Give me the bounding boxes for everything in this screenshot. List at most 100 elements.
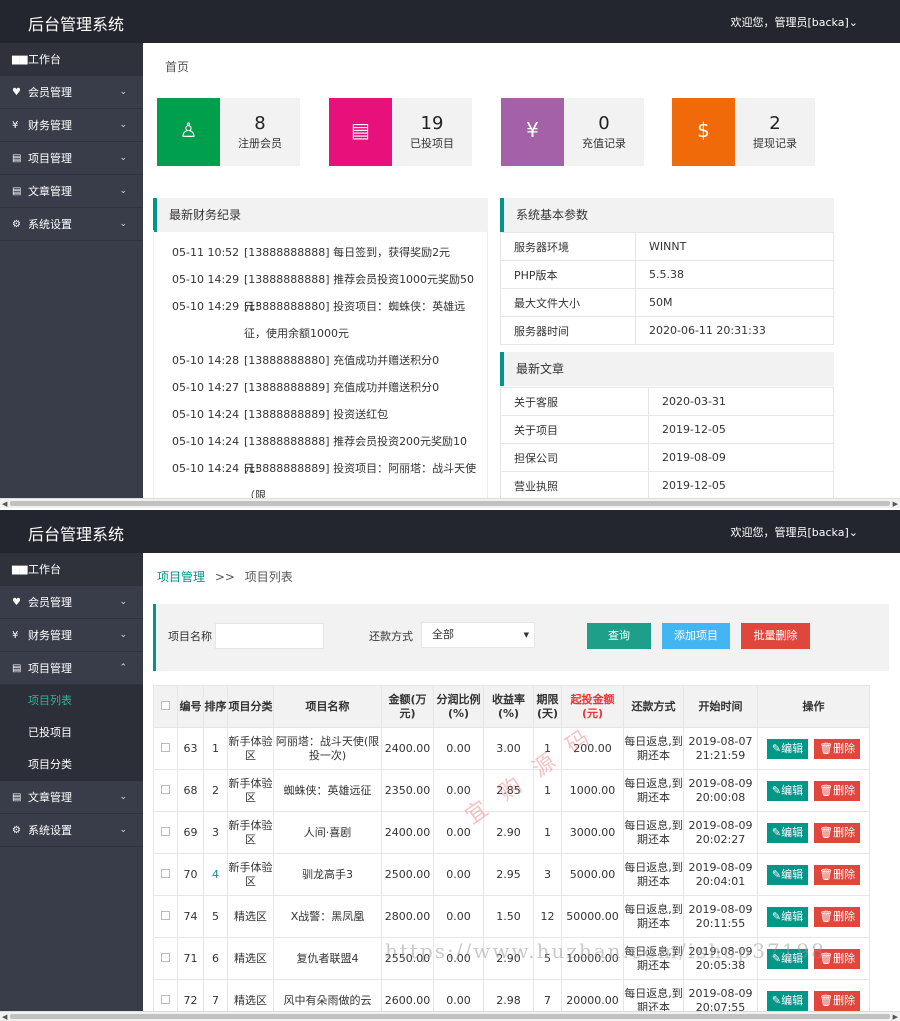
menu-icon: ⚙	[12, 219, 21, 230]
cell-sort: 1	[203, 727, 228, 770]
horizontal-scrollbar[interactable]: ◀ ▶	[0, 498, 900, 508]
stat-icon-box: ♙	[157, 98, 220, 166]
column-header: 起投金额(元)	[561, 685, 624, 728]
scroll-left-icon[interactable]: ◀	[2, 1013, 7, 1021]
stat-card[interactable]: ▤ 19 已投项目	[329, 98, 472, 166]
row-checkbox[interactable]	[161, 994, 170, 1004]
moneybag-icon: $	[697, 118, 710, 142]
query-button[interactable]: 查询	[587, 623, 651, 649]
row-checkbox[interactable]	[161, 784, 170, 794]
row-checkbox-cell[interactable]	[153, 811, 178, 854]
edit-button[interactable]: ✎编辑	[766, 990, 809, 1011]
stat-card[interactable]: ♙ 8 注册会员	[157, 98, 300, 166]
delete-button[interactable]: 🗑删除	[814, 864, 861, 885]
cell-cat: 新手体验区	[227, 727, 274, 770]
sidebar-item-label: 财务管理	[28, 629, 72, 642]
row-checkbox[interactable]	[161, 742, 170, 752]
row-checkbox-cell[interactable]	[153, 979, 178, 1012]
edit-button[interactable]: ✎编辑	[766, 906, 809, 927]
sidebar-item[interactable]: ▆▆ 工作台	[0, 43, 143, 76]
scroll-thumb[interactable]	[10, 501, 890, 506]
edit-button[interactable]: ✎编辑	[766, 780, 809, 801]
chevron-icon: ⌄	[119, 630, 127, 640]
row-checkbox[interactable]	[161, 910, 170, 920]
select-all-checkbox[interactable]	[161, 700, 170, 710]
row-checkbox-cell[interactable]	[153, 769, 178, 812]
add-project-button[interactable]: 添加项目	[662, 623, 730, 649]
row-actions: ✎编辑 🗑删除	[757, 769, 870, 812]
param-value: 2019-12-05	[648, 415, 834, 444]
scroll-left-icon[interactable]: ◀	[2, 500, 7, 508]
stat-label: 注册会员	[238, 137, 282, 150]
cell-days: 3	[533, 853, 562, 896]
row-checkbox-cell[interactable]	[153, 895, 178, 938]
delete-button[interactable]: 🗑删除	[814, 780, 861, 801]
menu-icon: ♥	[12, 87, 21, 98]
cell-id: 72	[177, 979, 204, 1012]
sidebar-item-label: 系统设置	[28, 218, 72, 231]
stat-count: 2	[769, 113, 781, 134]
sidebar-item-label: 项目管理	[28, 662, 72, 675]
sidebar-subitem[interactable]: 项目分类	[0, 749, 143, 781]
sidebar-subitem[interactable]: 已投项目	[0, 717, 143, 749]
menu-icon: ▆▆	[12, 54, 28, 65]
delete-button[interactable]: 🗑删除	[814, 990, 861, 1011]
sidebar-item[interactable]: ▤ 项目管理 ⌃	[0, 652, 143, 685]
delete-button[interactable]: 🗑删除	[814, 738, 861, 759]
record-message: [13888888889] 充值成功并赠送积分0	[244, 381, 440, 394]
sidebar-item[interactable]: ¥ 财务管理 ⌄	[0, 619, 143, 652]
sidebar-item[interactable]: ⚙ 系统设置 ⌄	[0, 814, 143, 847]
cell-start: 2019-08-09 20:00:08	[683, 769, 758, 812]
record-time: 05-10 14:29	[172, 273, 240, 286]
chevron-icon: ⌄	[119, 153, 127, 163]
edit-button[interactable]: ✎编辑	[766, 864, 809, 885]
batch-delete-button[interactable]: 批量删除	[741, 623, 810, 649]
row-checkbox-cell[interactable]	[153, 937, 178, 980]
row-checkbox-cell[interactable]	[153, 853, 178, 896]
select-all-checkbox-cell[interactable]	[153, 685, 178, 728]
project-name-input[interactable]	[215, 623, 324, 649]
chevron-icon: ⌄	[119, 186, 127, 196]
chevron-down-icon: ⌄	[848, 526, 858, 539]
stat-icon-box: ▤	[329, 98, 392, 166]
column-header: 开始时间	[683, 685, 758, 728]
sidebar-item[interactable]: ¥ 财务管理 ⌄	[0, 109, 143, 142]
column-header: 项目分类	[227, 685, 274, 728]
delete-button[interactable]: 🗑删除	[814, 906, 861, 927]
delete-button[interactable]: 🗑删除	[814, 822, 861, 843]
sidebar-item[interactable]: ▤ 文章管理 ⌄	[0, 781, 143, 814]
table-row: 最大文件大小 50M	[500, 288, 834, 317]
cell-name: 驯龙高手3	[273, 853, 382, 896]
breadcrumb-current: 项目列表	[244, 570, 293, 584]
scroll-thumb[interactable]	[10, 1014, 890, 1019]
sidebar-item[interactable]: ♥ 会员管理 ⌄	[0, 586, 143, 619]
sidebar-item[interactable]: ▤ 项目管理 ⌄	[0, 142, 143, 175]
breadcrumb-link[interactable]: 项目管理	[157, 570, 205, 584]
edit-button[interactable]: ✎编辑	[766, 738, 809, 759]
scroll-right-icon[interactable]: ▶	[893, 1013, 898, 1021]
system-panel-title: 系统基本参数	[500, 198, 834, 232]
edit-button[interactable]: ✎编辑	[766, 822, 809, 843]
sidebar-item-label: 会员管理	[28, 86, 72, 99]
system-params-table: 服务器环境 WINNT PHP版本 5.5.38 最大文件大小 50M 服务器时间 2020-…	[500, 232, 834, 345]
row-checkbox[interactable]	[161, 952, 170, 962]
user-menu[interactable]: 欢迎您，管理员[backa]⌄	[731, 14, 859, 30]
sidebar-item[interactable]: ♥ 会员管理 ⌄	[0, 76, 143, 109]
sidebar-item[interactable]: ▆▆ 工作台	[0, 553, 143, 586]
sidebar-item[interactable]: ⚙ 系统设置 ⌄	[0, 208, 143, 241]
row-checkbox[interactable]	[161, 868, 170, 878]
breadcrumb: 首页	[165, 60, 190, 74]
stat-card[interactable]: ¥0 充值记录	[501, 98, 644, 166]
horizontal-scrollbar[interactable]: ◀ ▶	[0, 1011, 900, 1021]
sidebar-subitem[interactable]: 项目列表	[0, 685, 143, 717]
row-checkbox[interactable]	[161, 826, 170, 836]
repay-method-select[interactable]: 全部 ▼	[421, 622, 535, 648]
record-time: 05-11 10:52	[172, 246, 240, 259]
row-checkbox-cell[interactable]	[153, 727, 178, 770]
finance-record: 05-10 14:24 [13888888889] 投资送红包	[154, 401, 487, 428]
scroll-right-icon[interactable]: ▶	[893, 500, 898, 508]
user-menu[interactable]: 欢迎您，管理员[backa]⌄	[731, 524, 859, 540]
sidebar-item[interactable]: ▤ 文章管理 ⌄	[0, 175, 143, 208]
stat-card[interactable]: $2 提现记录	[672, 98, 815, 166]
cell-min: 1000.00	[561, 769, 624, 812]
